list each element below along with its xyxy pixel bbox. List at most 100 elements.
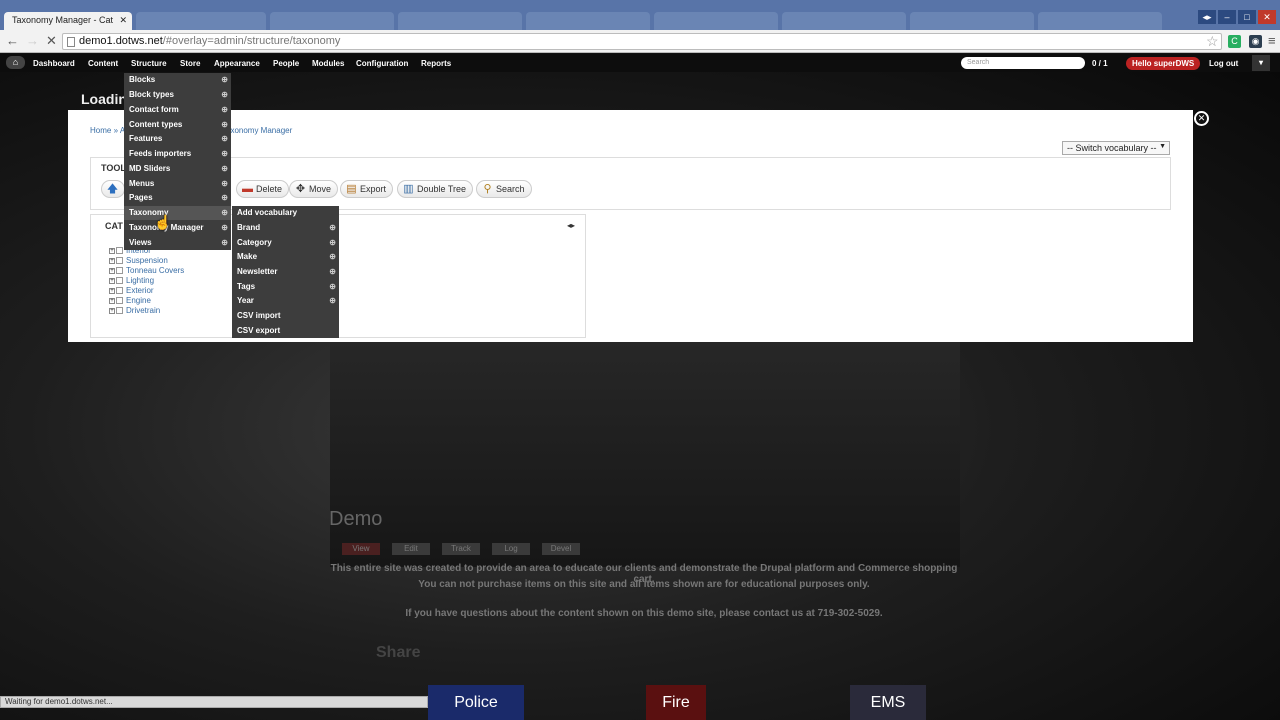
expand-icon[interactable]: + <box>109 247 115 254</box>
maximize-icon[interactable]: □ <box>1238 10 1256 24</box>
menu-item-newsletter[interactable]: Newsletter ⊕ <box>232 265 339 279</box>
menu-item-views[interactable]: Views ⊕ <box>124 236 231 250</box>
toolbar-reports[interactable]: Reports <box>421 59 451 68</box>
menu-item-tags[interactable]: Tags ⊕ <box>232 280 339 294</box>
extension-icon[interactable]: C <box>1228 35 1241 48</box>
close-window-icon[interactable]: ✕ <box>1258 10 1276 24</box>
export-button[interactable]: ▤ Export <box>340 180 394 198</box>
delete-button[interactable]: ▬ Delete <box>236 180 290 198</box>
term-label[interactable]: Suspension <box>126 256 168 265</box>
toolbar-appearance[interactable]: Appearance <box>214 59 260 68</box>
tree-term[interactable]: + Lighting <box>109 276 154 285</box>
move-up-button[interactable]: 🡅 <box>101 180 125 198</box>
switch-vocabulary-select[interactable]: -- Switch vocabulary -- ▼ <box>1062 141 1170 155</box>
menu-item-feeds-importers[interactable]: Feeds importers ⊕ <box>124 147 231 161</box>
expand-icon[interactable]: + <box>109 267 115 274</box>
url-input[interactable]: demo1.dotws.net/#overlay=admin/structure… <box>62 33 1222 50</box>
expand-icon[interactable]: + <box>109 277 115 284</box>
back-arrow-icon[interactable]: ← <box>6 34 19 48</box>
menu-item-taxonomy-manager[interactable]: Taxonomy Manager ⊕ <box>124 221 231 235</box>
browser-tab-active[interactable]: Taxonomy Manager - Cat ✕ <box>4 12 132 30</box>
toolbar-store[interactable]: Store <box>180 59 200 68</box>
menu-item-category[interactable]: Category ⊕ <box>232 236 339 250</box>
police-banner[interactable]: Police <box>428 685 524 720</box>
breadcrumb-taxonomy-manager[interactable]: axonomy Manager <box>226 126 292 135</box>
close-tab-icon[interactable]: ✕ <box>119 15 127 26</box>
term-checkbox[interactable] <box>116 287 123 295</box>
shortcuts-toggle-icon[interactable]: ▾ <box>1252 55 1270 71</box>
term-checkbox[interactable] <box>116 307 123 315</box>
browser-tab[interactable] <box>1038 12 1162 30</box>
menu-item-year[interactable]: Year ⊕ <box>232 294 339 308</box>
tab-view[interactable]: View <box>342 543 380 555</box>
term-label[interactable]: Exterior <box>126 286 154 295</box>
browser-tab[interactable] <box>782 12 906 30</box>
tab-track[interactable]: Track <box>442 543 480 555</box>
term-label[interactable]: Tonneau Covers <box>126 266 184 275</box>
menu-item-contact-form[interactable]: Contact form ⊕ <box>124 103 231 117</box>
user-greeting-link[interactable]: Hello superDWS <box>1126 57 1201 70</box>
menu-item-blocks[interactable]: Blocks ⊕ <box>124 73 231 87</box>
term-label[interactable]: Lighting <box>126 276 154 285</box>
restore-window-icon[interactable]: ◂▸ <box>1198 10 1216 24</box>
expand-icon[interactable]: + <box>109 287 115 294</box>
forward-arrow-icon[interactable]: → <box>26 34 39 48</box>
ems-banner[interactable]: EMS <box>850 685 926 720</box>
breadcrumb-home[interactable]: Home <box>90 126 111 135</box>
search-button[interactable]: ⚲ Search <box>476 180 532 198</box>
tree-term[interactable]: + Exterior <box>109 286 154 295</box>
term-label[interactable]: Drivetrain <box>126 306 160 315</box>
tree-term[interactable]: + Suspension <box>109 256 168 265</box>
menu-item-content-types[interactable]: Content types ⊕ <box>124 118 231 132</box>
logout-link[interactable]: Log out <box>1209 59 1238 68</box>
term-checkbox[interactable] <box>116 297 123 305</box>
tab-devel[interactable]: Devel <box>542 543 580 555</box>
stop-loading-icon[interactable]: ✕ <box>46 34 57 48</box>
menu-item-brand[interactable]: Brand ⊕ <box>232 221 339 235</box>
term-checkbox[interactable] <box>116 267 123 275</box>
term-checkbox[interactable] <box>116 277 123 285</box>
menu-item-block-types[interactable]: Block types ⊕ <box>124 88 231 102</box>
menu-item-csv-export[interactable]: CSV export <box>232 324 339 338</box>
resize-arrows-icon[interactable]: ◂▸ <box>567 221 575 230</box>
browser-tab[interactable] <box>136 12 266 30</box>
tab-log[interactable]: Log <box>492 543 530 555</box>
move-button[interactable]: ✥ Move <box>289 180 339 198</box>
browser-tab[interactable] <box>654 12 778 30</box>
menu-item-make[interactable]: Make ⊕ <box>232 250 339 264</box>
toolbar-dashboard[interactable]: Dashboard <box>33 59 75 68</box>
tab-edit[interactable]: Edit <box>392 543 430 555</box>
toolbar-content[interactable]: Content <box>88 59 118 68</box>
tree-term[interactable]: + Tonneau Covers <box>109 266 184 275</box>
toolbar-configuration[interactable]: Configuration <box>356 59 408 68</box>
menu-item-pages[interactable]: Pages ⊕ <box>124 191 231 205</box>
toolbar-search-input[interactable]: Search <box>961 57 1085 69</box>
toolbar-modules[interactable]: Modules <box>312 59 344 68</box>
browser-tab[interactable] <box>526 12 650 30</box>
fire-banner[interactable]: Fire <box>646 685 706 720</box>
browser-tab[interactable] <box>398 12 522 30</box>
toolbar-structure[interactable]: Structure <box>131 59 167 68</box>
menu-item-features[interactable]: Features ⊕ <box>124 132 231 146</box>
menu-item-md-sliders[interactable]: MD Sliders ⊕ <box>124 162 231 176</box>
expand-icon[interactable]: + <box>109 297 115 304</box>
double-tree-button[interactable]: ▥ Double Tree <box>397 180 474 198</box>
extension-icon[interactable]: ◉ <box>1249 35 1262 48</box>
minimize-icon[interactable]: – <box>1218 10 1236 24</box>
overlay-close-icon[interactable]: ✕ <box>1194 111 1209 126</box>
browser-tab[interactable] <box>270 12 394 30</box>
term-checkbox[interactable] <box>116 257 123 265</box>
term-checkbox[interactable] <box>116 247 123 255</box>
expand-icon[interactable]: + <box>109 257 115 264</box>
expand-icon[interactable]: + <box>109 307 115 314</box>
home-icon[interactable]: ⌂ <box>6 56 25 69</box>
menu-item-menus[interactable]: Menus ⊕ <box>124 177 231 191</box>
tree-term[interactable]: + Drivetrain <box>109 306 160 315</box>
term-label[interactable]: Engine <box>126 296 151 305</box>
toolbar-people[interactable]: People <box>273 59 299 68</box>
menu-item-csv-import[interactable]: CSV import <box>232 309 339 323</box>
bookmark-star-icon[interactable]: ☆ <box>1206 33 1219 50</box>
chrome-menu-icon[interactable]: ≡ <box>1268 34 1276 48</box>
menu-item-add-vocabulary[interactable]: Add vocabulary <box>232 206 339 220</box>
tree-term[interactable]: + Engine <box>109 296 151 305</box>
